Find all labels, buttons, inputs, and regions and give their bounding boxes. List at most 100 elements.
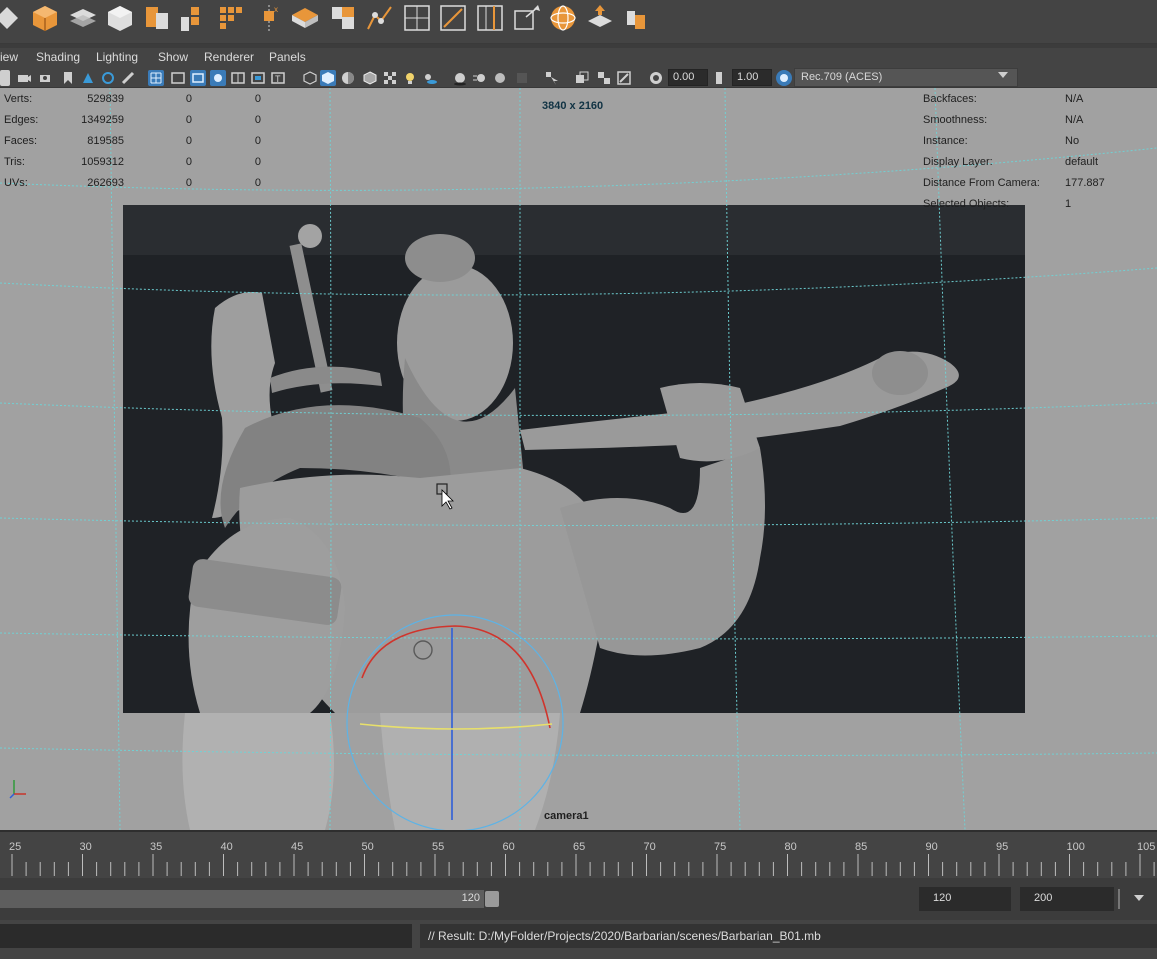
menu-renderer[interactable]: Renderer <box>204 50 254 64</box>
2d-pan-zoom-icon[interactable] <box>100 70 116 86</box>
smooth-shade-icon[interactable] <box>320 70 336 86</box>
hud-stat-selected: 0 <box>185 93 192 105</box>
panel-menu-bar: iew Shading Lighting Show Renderer Panel… <box>0 48 1157 68</box>
default-material-icon[interactable] <box>340 70 356 86</box>
image-plane-icon[interactable] <box>80 70 96 86</box>
shelf-bar: x <box>0 0 1157 44</box>
chevron-down-icon[interactable] <box>1134 895 1144 901</box>
poly-plane-stack-icon[interactable] <box>68 3 98 33</box>
frame-tick-label: 90 <box>925 841 938 853</box>
menu-show[interactable]: Show <box>158 50 188 64</box>
hud-info-value: No <box>1065 135 1080 147</box>
frame-tick-label: 85 <box>855 841 868 853</box>
frame-tick-label: 55 <box>432 841 445 853</box>
hud-stat-label: Verts: <box>4 93 33 105</box>
hud-stat-label: UVs: <box>4 177 28 189</box>
depth-of-field-icon[interactable] <box>514 70 530 86</box>
hud-info-label: Selected Objects: <box>923 198 1010 210</box>
xray-icon[interactable] <box>574 70 590 86</box>
split-icon[interactable] <box>475 3 505 33</box>
menu-lighting[interactable]: Lighting <box>96 50 138 64</box>
hud-info-label: Instance: <box>923 135 968 147</box>
xray-joints-icon[interactable] <box>596 70 612 86</box>
grid-toggle-icon[interactable] <box>148 70 164 86</box>
ambient-occlusion-icon[interactable] <box>452 70 468 86</box>
anti-aliasing-icon[interactable] <box>492 70 508 86</box>
3d-viewport[interactable]: Verts: 529839 0 0 Edges: 1349259 0 0 Faces: 81958… <box>0 88 1157 830</box>
bookmark-icon[interactable] <box>60 70 76 86</box>
gamma-field[interactable]: 1.00 <box>732 69 772 86</box>
multicut-icon[interactable] <box>438 3 468 33</box>
grid-box-icon[interactable] <box>402 3 432 33</box>
poly-cube-icon[interactable] <box>30 3 60 33</box>
mirror-icon[interactable] <box>512 3 542 33</box>
exposure-icon[interactable] <box>648 70 664 86</box>
panel-toolbar: T 0.00 1.00 Rec.709 (ACES) <box>0 68 1157 88</box>
color-management-icon[interactable] <box>776 70 792 86</box>
boolean-icon[interactable] <box>328 3 358 33</box>
exposure-field[interactable]: 0.00 <box>668 69 708 86</box>
poly-cube-wire-icon[interactable] <box>105 3 135 33</box>
color-space-dropdown[interactable]: Rec.709 (ACES) <box>794 68 1018 87</box>
diamond-icon[interactable] <box>0 3 22 33</box>
combine-icon[interactable] <box>142 3 172 33</box>
frame-tick-label: 80 <box>784 841 797 853</box>
menu-shading[interactable]: Shading <box>36 50 80 64</box>
axis-gizmo-icon <box>9 780 26 799</box>
command-input[interactable] <box>0 924 412 948</box>
menu-panels[interactable]: Panels <box>269 50 306 64</box>
bookmark-camera-icon[interactable] <box>38 70 54 86</box>
isolate-select-icon[interactable] <box>544 70 560 86</box>
pin-icon[interactable] <box>622 3 652 33</box>
frame-tick-label: 30 <box>79 841 92 853</box>
merge-icon[interactable] <box>585 3 615 33</box>
range-slider-bar: 120 120 200 <box>0 878 1157 920</box>
frame-tick-label: 45 <box>291 841 304 853</box>
time-slider[interactable]: 25 30 35 40 45 50 55 60 65 70 75 80 85 90 95 100 105 <box>0 830 1157 878</box>
hud-stat-selected: 0 <box>185 114 192 126</box>
resolution-label: 3840 x 2160 <box>542 100 604 112</box>
hud-stat-component: 0 <box>254 93 261 105</box>
textured-icon[interactable] <box>382 70 398 86</box>
xray-active-icon[interactable] <box>616 70 632 86</box>
select-camera-icon[interactable] <box>0 70 10 86</box>
wireframe-icon[interactable] <box>302 70 318 86</box>
gate-mask-icon[interactable] <box>210 70 226 86</box>
bevel-icon[interactable] <box>365 3 395 33</box>
gamma-icon[interactable] <box>714 70 730 86</box>
motion-blur-icon[interactable] <box>472 70 488 86</box>
hud-stat-label: Tris: <box>4 156 25 168</box>
hud-stat-component: 0 <box>254 156 261 168</box>
separate-icon[interactable] <box>178 3 208 33</box>
hud-stat-label: Faces: <box>4 135 38 147</box>
camera-attributes-icon[interactable] <box>16 70 32 86</box>
maya-window: x iew Shading Lighting Show Renderer Pan… <box>0 0 1157 959</box>
resolution-gate-icon[interactable] <box>190 70 206 86</box>
range-slider-track[interactable] <box>0 890 484 908</box>
animation-end-field[interactable]: 120 <box>919 887 1011 911</box>
chevron-down-icon[interactable] <box>998 72 1008 78</box>
extract-icon[interactable]: x <box>254 3 284 33</box>
hud-info-value: 1 <box>1065 198 1072 210</box>
frame-tick-label: 40 <box>220 841 233 853</box>
hud-info-label: Distance From Camera: <box>923 177 1040 189</box>
sphere-wire-icon[interactable] <box>548 3 578 33</box>
bridge-icon[interactable] <box>290 3 320 33</box>
grease-pencil-icon[interactable] <box>120 70 136 86</box>
divider <box>1118 889 1120 909</box>
range-slider-handle[interactable] <box>485 891 499 907</box>
wireframe-on-shaded-icon[interactable] <box>362 70 378 86</box>
grid-select-icon[interactable] <box>216 3 246 33</box>
scene-end-field[interactable]: 200 <box>1020 887 1114 911</box>
safe-title-icon[interactable]: T <box>270 70 286 86</box>
safe-action-icon[interactable] <box>250 70 266 86</box>
hud-stat-selected: 0 <box>185 135 192 147</box>
lighting-icon[interactable] <box>402 70 418 86</box>
frame-tick-label: 75 <box>714 841 727 853</box>
shadows-icon[interactable] <box>422 70 438 86</box>
hud-info-value: N/A <box>1065 114 1084 126</box>
field-chart-icon[interactable] <box>230 70 246 86</box>
menu-view[interactable]: iew <box>0 50 18 64</box>
frame-tick-label: 50 <box>361 841 374 853</box>
film-gate-icon[interactable] <box>170 70 186 86</box>
